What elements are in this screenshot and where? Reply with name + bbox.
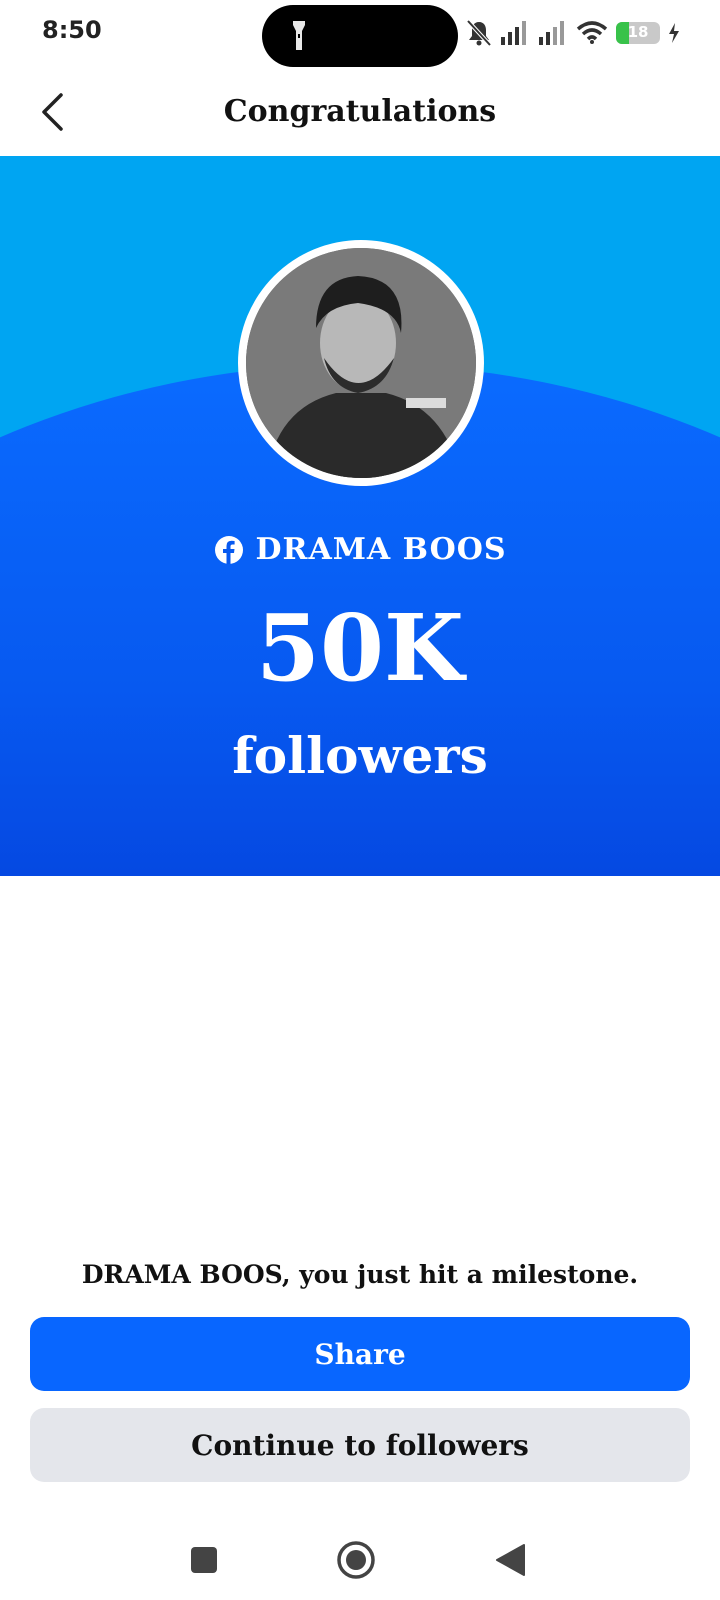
system-nav-bar — [0, 1520, 720, 1600]
milestone-hero: DRAMA BOOS 50K followers — [0, 156, 720, 876]
milestone-message: DRAMA BOOS, you just hit a milestone. — [81, 1260, 639, 1289]
facebook-icon — [214, 535, 243, 564]
back-triangle-icon — [496, 1544, 525, 1576]
recents-button[interactable] — [182, 1538, 226, 1582]
continue-to-followers-button[interactable]: Continue to followers — [30, 1408, 690, 1482]
profile-name: DRAMA BOOS — [255, 532, 507, 567]
battery-icon: 18 — [616, 22, 660, 44]
home-button[interactable] — [334, 1538, 378, 1582]
flashlight-icon — [293, 21, 305, 50]
avatar-photo — [246, 248, 476, 478]
back-nav-button[interactable] — [488, 1538, 532, 1582]
share-button[interactable]: Share — [30, 1317, 690, 1391]
square-icon — [191, 1547, 217, 1573]
signal-icon — [501, 21, 526, 45]
page-title: Congratulations — [223, 94, 497, 129]
charging-icon — [669, 23, 679, 43]
milestone-unit: followers — [232, 726, 488, 785]
header: Congratulations — [0, 72, 720, 156]
status-time: 8:50 — [42, 16, 102, 44]
status-bar: 8:50 18 — [0, 0, 720, 67]
battery-level: 18 — [627, 23, 649, 41]
avatar — [238, 240, 484, 486]
wifi-icon — [576, 21, 608, 44]
profile-photo-illustration — [246, 248, 476, 478]
signal-icon — [539, 21, 564, 45]
camera-cutout — [262, 5, 458, 67]
milestone-count: 50K — [256, 594, 464, 702]
status-icons: 18 — [466, 18, 680, 48]
profile-row: DRAMA BOOS — [0, 532, 720, 567]
home-circle-icon — [337, 1541, 375, 1579]
bell-muted-icon — [466, 19, 492, 47]
